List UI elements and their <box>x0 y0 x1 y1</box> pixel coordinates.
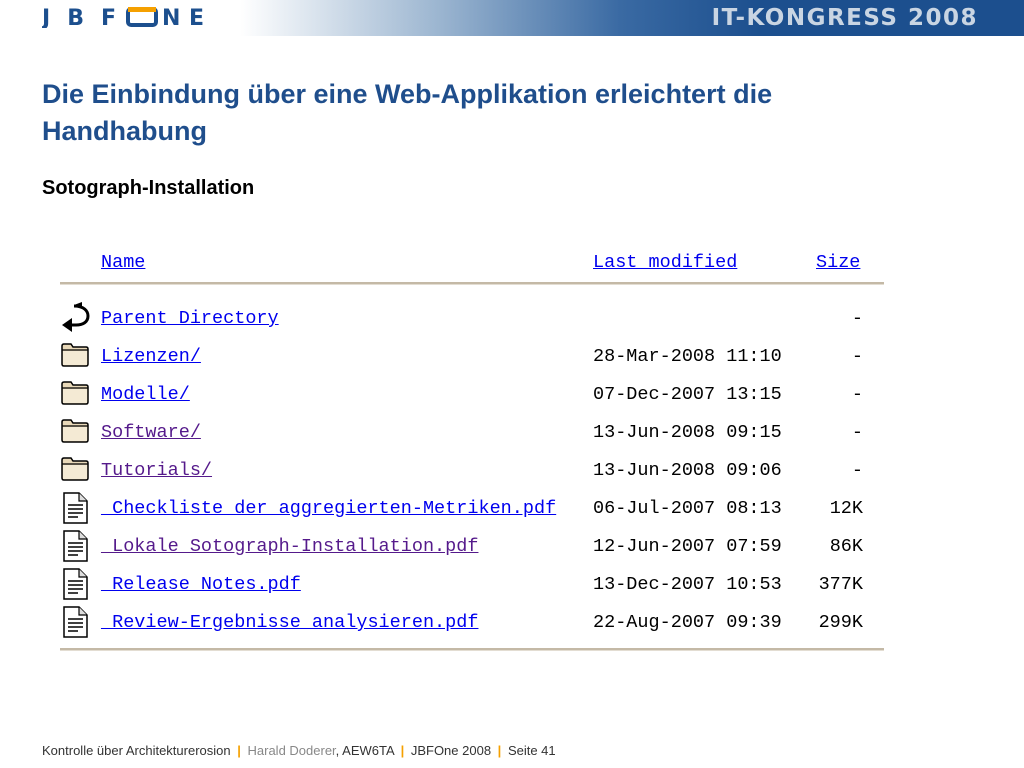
footer-separator: | <box>400 743 405 758</box>
file-link[interactable]: Software/ <box>101 422 201 444</box>
document-icon <box>63 530 88 562</box>
list-item-folder[interactable]: Software/ 13-Jun-2008 09:15 - <box>60 414 884 452</box>
folder-icon <box>61 457 89 481</box>
file-link[interactable]: _Checkliste der aggregierten-Metriken.pd… <box>101 498 556 520</box>
svg-text:NE: NE <box>162 6 208 28</box>
slide-subtitle: Sotograph-Installation <box>42 177 255 199</box>
file-link[interactable]: _Lokale Sotograph-Installation.pdf <box>101 536 478 558</box>
file-link[interactable]: Modelle/ <box>101 384 190 406</box>
listing-header: Name Last modified Size <box>60 244 884 276</box>
modified-date: 12-Jun-2007 07:59 <box>593 536 782 557</box>
footer-company: , AEW6TA <box>335 743 394 758</box>
list-item-file[interactable]: _Lokale Sotograph-Installation.pdf 12-Ju… <box>60 528 884 566</box>
file-size: - <box>851 460 863 481</box>
footer-author: Harald Doderer <box>247 743 336 758</box>
folder-icon <box>61 381 89 405</box>
file-size: - <box>851 308 863 329</box>
sort-by-name-link[interactable]: Name <box>101 252 145 274</box>
list-item-parent-directory[interactable]: Parent Directory - <box>60 300 884 338</box>
modified-date: 13-Jun-2008 09:06 <box>593 460 782 481</box>
file-link[interactable]: Tutorials/ <box>101 460 212 482</box>
sort-by-modified-link[interactable]: Last modified <box>593 252 737 274</box>
modified-date: 13-Dec-2007 10:53 <box>593 574 782 595</box>
header-banner: JBF NE IT-KONGRESS 2008 <box>0 0 1024 36</box>
file-link[interactable]: _Release Notes.pdf <box>101 574 301 596</box>
file-size: - <box>851 422 863 443</box>
folder-icon <box>61 419 89 443</box>
file-link[interactable]: Lizenzen/ <box>101 346 201 368</box>
file-size: 86K <box>829 536 863 557</box>
file-size: - <box>851 384 863 405</box>
list-item-folder[interactable]: Lizenzen/ 28-Mar-2008 11:10 - <box>60 338 884 376</box>
footer-event: JBFOne 2008 <box>410 743 492 758</box>
modified-date: 06-Jul-2007 08:13 <box>593 498 782 519</box>
file-link[interactable]: Parent Directory <box>101 308 279 330</box>
slide-footer: Kontrolle über Architekturerosion | Hara… <box>42 742 556 760</box>
footer-separator: | <box>237 743 241 758</box>
file-link[interactable]: _Review-Ergebnisse analysieren.pdf <box>101 612 478 634</box>
modified-date: 28-Mar-2008 11:10 <box>593 346 782 367</box>
svg-text:JBF: JBF <box>42 6 120 28</box>
jbfone-logo: JBF NE <box>40 6 210 33</box>
list-item-folder[interactable]: Modelle/ 07-Dec-2007 13:15 - <box>60 376 884 414</box>
document-icon <box>63 606 88 638</box>
footer-page: Seite 41 <box>507 743 556 758</box>
footer-separator: | <box>497 743 502 758</box>
footer-topic: Kontrolle über Architekturerosion <box>42 743 231 758</box>
list-item-file[interactable]: _Checkliste der aggregierten-Metriken.pd… <box>60 490 884 528</box>
folder-icon <box>61 343 89 367</box>
modified-date: 07-Dec-2007 13:15 <box>593 384 782 405</box>
document-icon <box>63 568 88 600</box>
footer-divider <box>60 648 884 651</box>
modified-date: 13-Jun-2008 09:15 <box>593 422 782 443</box>
congress-title: IT-KONGRESS 2008 <box>711 5 978 31</box>
back-icon <box>62 302 90 332</box>
sort-by-size-link[interactable]: Size <box>816 252 860 274</box>
document-icon <box>63 492 88 524</box>
file-size: - <box>851 346 863 367</box>
file-size: 377K <box>818 574 863 595</box>
modified-date: 22-Aug-2007 09:39 <box>593 612 782 633</box>
list-item-file[interactable]: _Release Notes.pdf 13-Dec-2007 10:53 377… <box>60 566 884 604</box>
list-item-folder[interactable]: Tutorials/ 13-Jun-2008 09:06 - <box>60 452 884 490</box>
header-divider <box>60 282 884 285</box>
list-item-file[interactable]: _Review-Ergebnisse analysieren.pdf 22-Au… <box>60 604 884 642</box>
file-size: 299K <box>818 612 863 633</box>
file-size: 12K <box>829 498 863 519</box>
slide-title: Die Einbindung über eine Web-Applikation… <box>42 79 773 146</box>
